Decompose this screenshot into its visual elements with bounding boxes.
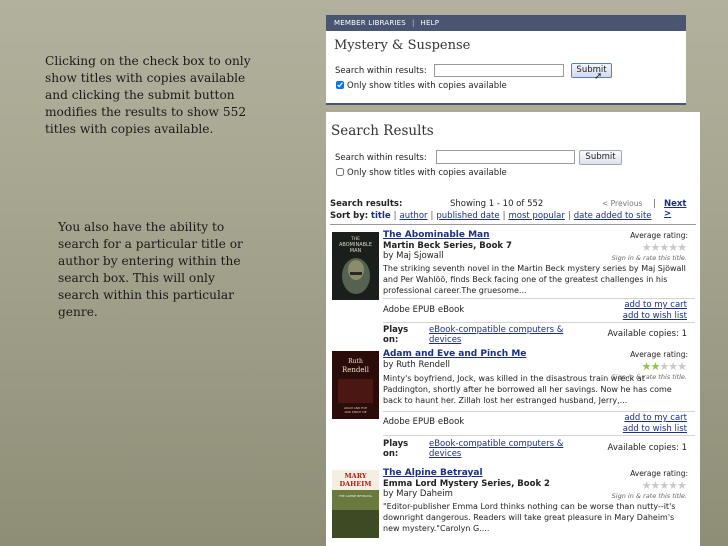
search-results-screenshot: Search Results Search within results: Su…	[326, 112, 700, 546]
book-series: Emma Lord Mystery Series, Book 2	[383, 479, 550, 489]
sign-in-rate-link[interactable]: Sign in & rate this title.	[612, 373, 687, 381]
search-within-label: Search within results:	[335, 153, 427, 163]
cover-text: THE ALPINE BETRAYAL	[338, 494, 373, 498]
available-only-checkbox-row[interactable]: Only show titles with copies available	[336, 81, 507, 91]
results-count: Showing 1 - 10 of 552	[450, 199, 544, 209]
sort-by-published-date[interactable]: published date	[436, 211, 499, 221]
sort-by-date-added[interactable]: date added to site	[574, 211, 652, 221]
next-page-link[interactable]: Next >	[664, 199, 696, 219]
results-bar: Search results: Showing 1 - 10 of 552 < …	[330, 197, 696, 225]
submit-button[interactable]: Submit	[579, 150, 622, 165]
book-cover-image[interactable]: MARY DAHEIM THE ALPINE BETRAYAL	[332, 470, 379, 538]
previous-page-link[interactable]: < Previous	[602, 199, 642, 208]
submit-button[interactable]: Submit	[571, 63, 612, 78]
sort-by-title[interactable]: title	[371, 211, 391, 221]
available-only-checkbox-row[interactable]: Only show titles with copies available	[336, 168, 507, 178]
average-rating-label: Average rating:	[630, 469, 688, 478]
book-author: by Maj Sjowall	[383, 251, 444, 261]
pager-separator: |	[653, 199, 656, 209]
book-cover-image[interactable]: THE ABOMINABLE MAN	[332, 232, 379, 300]
available-copies: Available copies: 1	[607, 443, 687, 453]
average-rating-label: Average rating:	[630, 350, 688, 359]
result-item: MARY DAHEIM THE ALPINE BETRAYAL The Alpi…	[330, 468, 696, 546]
results-label: Search results:	[330, 199, 403, 209]
star-icon: ★★★	[659, 360, 687, 373]
add-to-cart-link[interactable]: add to my cart	[624, 300, 687, 310]
result-item: THE ABOMINABLE MAN The Abominable Man Ma…	[330, 230, 696, 350]
star-rating[interactable]: ★★★★★	[641, 479, 687, 492]
book-cover-art: Ruth Rendell ADAM AND EVE AND PINCH ME	[332, 351, 379, 419]
book-title-link[interactable]: The Abominable Man	[383, 230, 490, 240]
divider	[326, 103, 686, 105]
sort-label: Sort by:	[330, 211, 369, 221]
book-description: "Editor-publisher Emma Lord thinks nothi…	[383, 502, 676, 533]
book-format: Adobe EPUB eBook	[383, 417, 465, 427]
mouse-cursor-icon: ➚	[594, 71, 603, 82]
add-to-wish-list-link[interactable]: add to wish list	[623, 424, 687, 434]
sort-by-most-popular[interactable]: most popular	[508, 211, 564, 221]
divider	[383, 322, 695, 323]
genre-screenshot-top: MEMBER LIBRARIES | HELP Mystery & Suspense…	[326, 15, 686, 105]
compatible-devices-link[interactable]: eBook-compatible computers & devices	[429, 325, 579, 345]
divider	[383, 435, 695, 436]
sign-in-rate-link[interactable]: Sign in & rate this title.	[612, 254, 687, 262]
search-within-label: Search within results:	[335, 66, 427, 76]
available-only-label: Only show titles with copies available	[347, 81, 507, 91]
book-author: by Mary Daheim	[383, 489, 453, 499]
divider	[383, 298, 695, 299]
instruction-caption-search: You also have the ability to search for …	[58, 220, 243, 319]
cover-text: Rendell	[342, 366, 370, 374]
plays-on-label: Plays on:	[383, 439, 409, 459]
book-description: The striking seventh novel in the Martin…	[383, 264, 686, 295]
average-rating-label: Average rating:	[630, 231, 688, 240]
star-rating[interactable]: ★★★★★	[641, 360, 687, 373]
cover-text: DAHEIM	[339, 480, 371, 488]
cover-text: MAN	[350, 248, 362, 254]
sort-by-author[interactable]: author	[400, 211, 428, 221]
search-within-input[interactable]	[434, 64, 564, 77]
divider	[383, 411, 695, 412]
nav-help[interactable]: HELP	[421, 19, 440, 27]
compatible-devices-link[interactable]: eBook-compatible computers & devices	[429, 439, 579, 459]
available-only-checkbox[interactable]	[336, 81, 344, 89]
available-only-checkbox[interactable]	[336, 168, 344, 176]
add-to-wish-list-link[interactable]: add to wish list	[623, 311, 687, 321]
star-icon: ★★★★★	[641, 479, 687, 492]
book-cover-image[interactable]: Ruth Rendell ADAM AND EVE AND PINCH ME	[332, 351, 379, 419]
book-title-link[interactable]: The Alpine Betrayal	[383, 468, 483, 478]
book-cover-art: THE ABOMINABLE MAN	[332, 232, 379, 300]
cover-text: AND PINCH ME	[344, 410, 366, 414]
star-icon: ★★	[641, 360, 661, 373]
book-series: Martin Beck Series, Book 7	[383, 241, 512, 251]
available-only-label: Only show titles with copies available	[347, 168, 507, 178]
add-to-cart-link[interactable]: add to my cart	[624, 413, 687, 423]
plays-on-label: Plays on:	[383, 325, 409, 345]
top-nav-bar: MEMBER LIBRARIES | HELP	[326, 15, 686, 31]
genre-title: Mystery & Suspense	[334, 38, 471, 53]
search-within-input[interactable]	[436, 150, 575, 164]
book-format: Adobe EPUB eBook	[383, 305, 465, 315]
star-icon: ★★★★★	[641, 241, 687, 254]
page-title: Search Results	[331, 123, 434, 139]
book-author: by Ruth Rendell	[383, 360, 450, 370]
cover-text: Ruth	[348, 358, 363, 365]
cover-text: MARY	[344, 472, 366, 480]
book-cover-art: MARY DAHEIM THE ALPINE BETRAYAL	[332, 470, 379, 538]
nav-member-libraries[interactable]: MEMBER LIBRARIES	[334, 19, 406, 27]
instruction-caption-checkbox: Clicking on the check box to only show t…	[45, 54, 251, 136]
sign-in-rate-link[interactable]: Sign in & rate this title.	[612, 492, 687, 500]
star-rating[interactable]: ★★★★★	[641, 241, 687, 254]
available-copies: Available copies: 1	[607, 329, 687, 339]
book-title-link[interactable]: Adam and Eve and Pinch Me	[383, 349, 526, 359]
result-item: Ruth Rendell ADAM AND EVE AND PINCH ME A…	[330, 349, 696, 469]
sort-options: Sort by: title | author | published date | mos…	[330, 211, 652, 221]
